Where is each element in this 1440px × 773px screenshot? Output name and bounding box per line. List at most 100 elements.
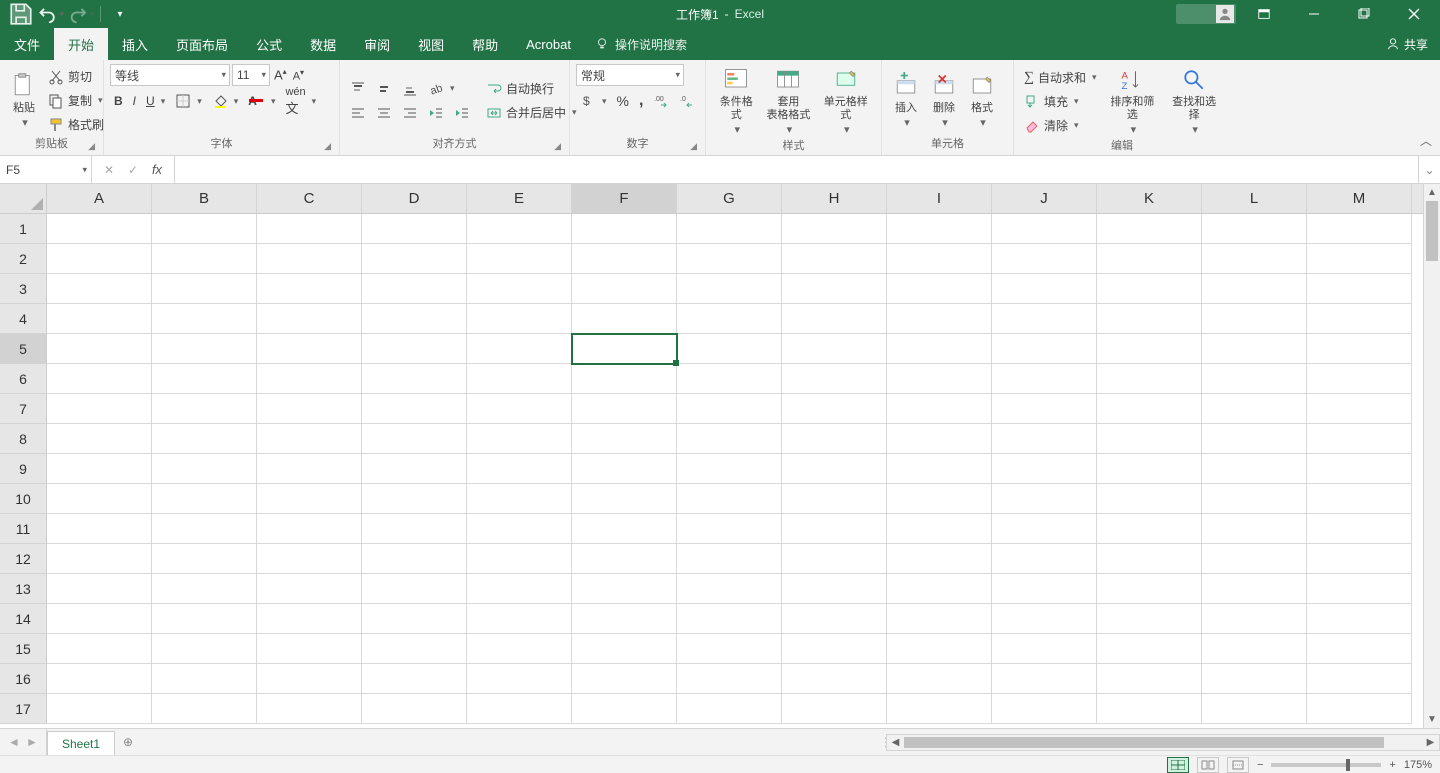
cell[interactable] <box>467 454 572 484</box>
scroll-thumb[interactable] <box>904 737 1384 748</box>
cell[interactable] <box>47 454 152 484</box>
align-left-button[interactable] <box>346 102 370 124</box>
copy-button[interactable]: 复制▾ <box>44 90 108 112</box>
dialog-launcher-icon[interactable]: ◢ <box>88 139 95 153</box>
percent-button[interactable]: % <box>613 90 633 112</box>
cell[interactable] <box>887 574 992 604</box>
cell[interactable] <box>1307 244 1412 274</box>
cell[interactable] <box>1097 694 1202 724</box>
cell[interactable] <box>467 274 572 304</box>
row-header[interactable]: 9 <box>0 454 47 484</box>
cell[interactable] <box>1097 304 1202 334</box>
cell[interactable] <box>887 664 992 694</box>
cell[interactable] <box>257 334 362 364</box>
close-icon[interactable] <box>1392 0 1436 28</box>
cell[interactable] <box>1202 514 1307 544</box>
cell[interactable] <box>1307 694 1412 724</box>
font-color-button[interactable]: A▾ <box>244 90 279 112</box>
cell[interactable] <box>152 574 257 604</box>
cell[interactable] <box>992 484 1097 514</box>
add-sheet-button[interactable]: ⊕ <box>115 729 141 755</box>
row-header[interactable]: 16 <box>0 664 47 694</box>
cell[interactable] <box>467 394 572 424</box>
cell[interactable] <box>257 424 362 454</box>
column-header[interactable]: J <box>992 184 1097 213</box>
scroll-down-icon[interactable]: ▼ <box>1424 711 1440 728</box>
sheet-nav-prev-icon[interactable]: ◄ <box>6 735 22 749</box>
column-header[interactable]: L <box>1202 184 1307 213</box>
cell[interactable] <box>467 244 572 274</box>
cell[interactable] <box>572 574 677 604</box>
cell[interactable] <box>47 424 152 454</box>
format-painter-button[interactable]: 格式刷 <box>44 114 108 136</box>
cell[interactable] <box>152 424 257 454</box>
cell[interactable] <box>782 364 887 394</box>
column-header[interactable]: D <box>362 184 467 213</box>
merge-center-button[interactable]: 合并后居中▾ <box>482 102 581 124</box>
account-button[interactable] <box>1176 4 1236 24</box>
cell[interactable] <box>257 664 362 694</box>
paste-button[interactable]: 粘贴▾ <box>6 70 42 132</box>
cell[interactable] <box>47 394 152 424</box>
number-format-combo[interactable]: 常规▾ <box>576 64 684 86</box>
cell[interactable] <box>152 484 257 514</box>
column-header[interactable]: F <box>572 184 677 213</box>
cell[interactable] <box>1202 544 1307 574</box>
cell[interactable] <box>572 274 677 304</box>
share-button[interactable]: 共享 <box>1386 28 1428 60</box>
cell[interactable] <box>1307 394 1412 424</box>
cell[interactable] <box>1307 634 1412 664</box>
delete-cells-button[interactable]: 删除▾ <box>926 70 962 132</box>
cell[interactable] <box>782 544 887 574</box>
cell[interactable] <box>782 454 887 484</box>
cell[interactable] <box>572 304 677 334</box>
zoom-out-button[interactable]: − <box>1257 759 1263 771</box>
tab-review[interactable]: 审阅 <box>350 28 404 60</box>
cell[interactable] <box>47 544 152 574</box>
orientation-button[interactable]: ab▾ <box>424 78 459 100</box>
cell[interactable] <box>992 514 1097 544</box>
cell[interactable] <box>572 394 677 424</box>
cell[interactable] <box>467 544 572 574</box>
cell[interactable] <box>677 304 782 334</box>
cell[interactable] <box>467 334 572 364</box>
row-header[interactable]: 10 <box>0 484 47 514</box>
cell[interactable] <box>47 484 152 514</box>
cell[interactable] <box>47 334 152 364</box>
cell[interactable] <box>782 484 887 514</box>
scroll-up-icon[interactable]: ▲ <box>1424 184 1440 201</box>
cell[interactable] <box>572 424 677 454</box>
column-header[interactable]: E <box>467 184 572 213</box>
cell[interactable] <box>47 244 152 274</box>
zoom-in-button[interactable]: + <box>1389 759 1395 771</box>
cell[interactable] <box>257 514 362 544</box>
decrease-decimal-button[interactable]: .0 <box>675 90 699 112</box>
cell[interactable] <box>257 484 362 514</box>
cell[interactable] <box>677 664 782 694</box>
cell[interactable] <box>992 214 1097 244</box>
increase-decimal-button[interactable]: .00 <box>649 90 673 112</box>
cell[interactable] <box>677 214 782 244</box>
cell[interactable] <box>467 574 572 604</box>
cell[interactable] <box>257 244 362 274</box>
tab-file[interactable]: 文件 <box>0 28 54 60</box>
cell[interactable] <box>887 274 992 304</box>
cell[interactable] <box>152 604 257 634</box>
cell[interactable] <box>677 604 782 634</box>
cell[interactable] <box>887 484 992 514</box>
cell[interactable] <box>572 514 677 544</box>
column-header[interactable]: G <box>677 184 782 213</box>
cell[interactable] <box>467 424 572 454</box>
cell[interactable] <box>887 364 992 394</box>
ribbon-display-icon[interactable] <box>1242 0 1286 28</box>
cell[interactable] <box>677 334 782 364</box>
cell[interactable] <box>887 544 992 574</box>
cell[interactable] <box>257 304 362 334</box>
cell[interactable] <box>782 274 887 304</box>
cell[interactable] <box>257 394 362 424</box>
maximize-icon[interactable] <box>1342 0 1386 28</box>
formula-input[interactable] <box>175 156 1418 183</box>
vertical-scrollbar[interactable]: ▲ ▼ <box>1423 184 1440 728</box>
cell[interactable] <box>992 694 1097 724</box>
cell[interactable] <box>782 514 887 544</box>
